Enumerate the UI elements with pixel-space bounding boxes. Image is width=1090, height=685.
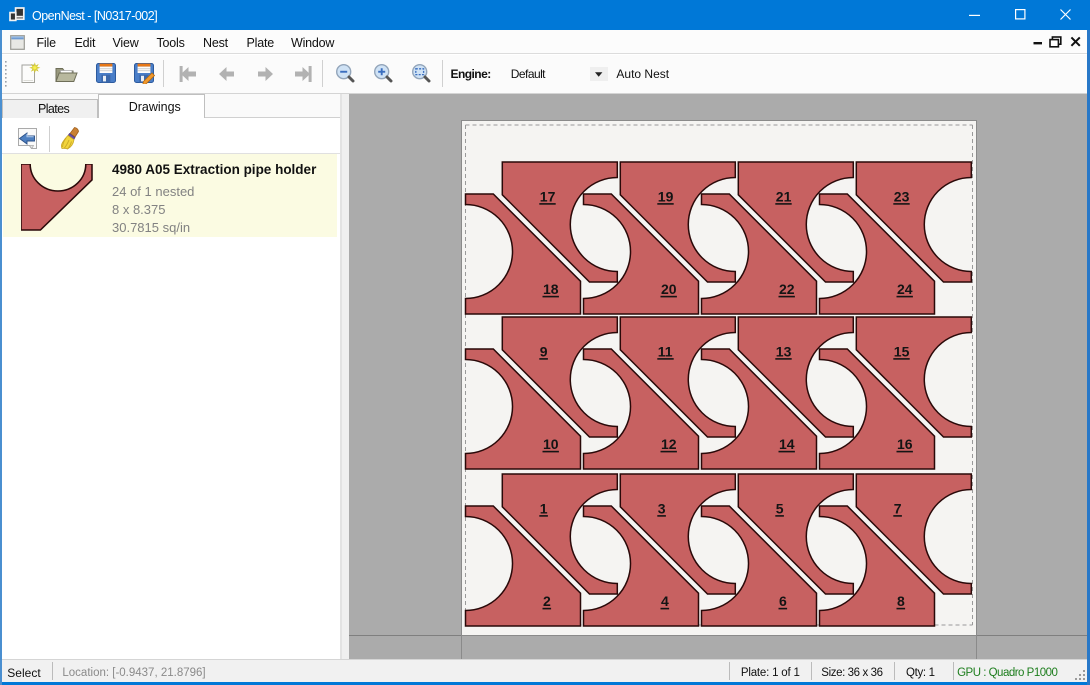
- svg-text:8: 8: [897, 593, 905, 609]
- svg-text:21: 21: [776, 188, 792, 204]
- svg-text:18: 18: [543, 281, 559, 297]
- svg-text:6: 6: [779, 593, 787, 609]
- svg-text:15: 15: [894, 343, 910, 359]
- svg-text:24: 24: [897, 281, 913, 297]
- svg-text:3: 3: [658, 500, 666, 516]
- svg-text:16: 16: [897, 436, 913, 452]
- svg-text:2: 2: [543, 593, 551, 609]
- svg-text:1: 1: [540, 500, 548, 516]
- svg-text:13: 13: [776, 343, 792, 359]
- svg-text:14: 14: [779, 436, 795, 452]
- svg-text:9: 9: [540, 343, 548, 359]
- svg-text:4: 4: [661, 593, 669, 609]
- svg-text:10: 10: [543, 436, 559, 452]
- svg-text:11: 11: [658, 343, 673, 359]
- svg-text:5: 5: [776, 500, 784, 516]
- svg-text:22: 22: [779, 281, 795, 297]
- svg-text:19: 19: [658, 188, 674, 204]
- svg-text:12: 12: [661, 436, 677, 452]
- svg-text:23: 23: [894, 188, 910, 204]
- svg-text:20: 20: [661, 281, 677, 297]
- svg-text:7: 7: [894, 500, 902, 516]
- svg-text:17: 17: [540, 188, 556, 204]
